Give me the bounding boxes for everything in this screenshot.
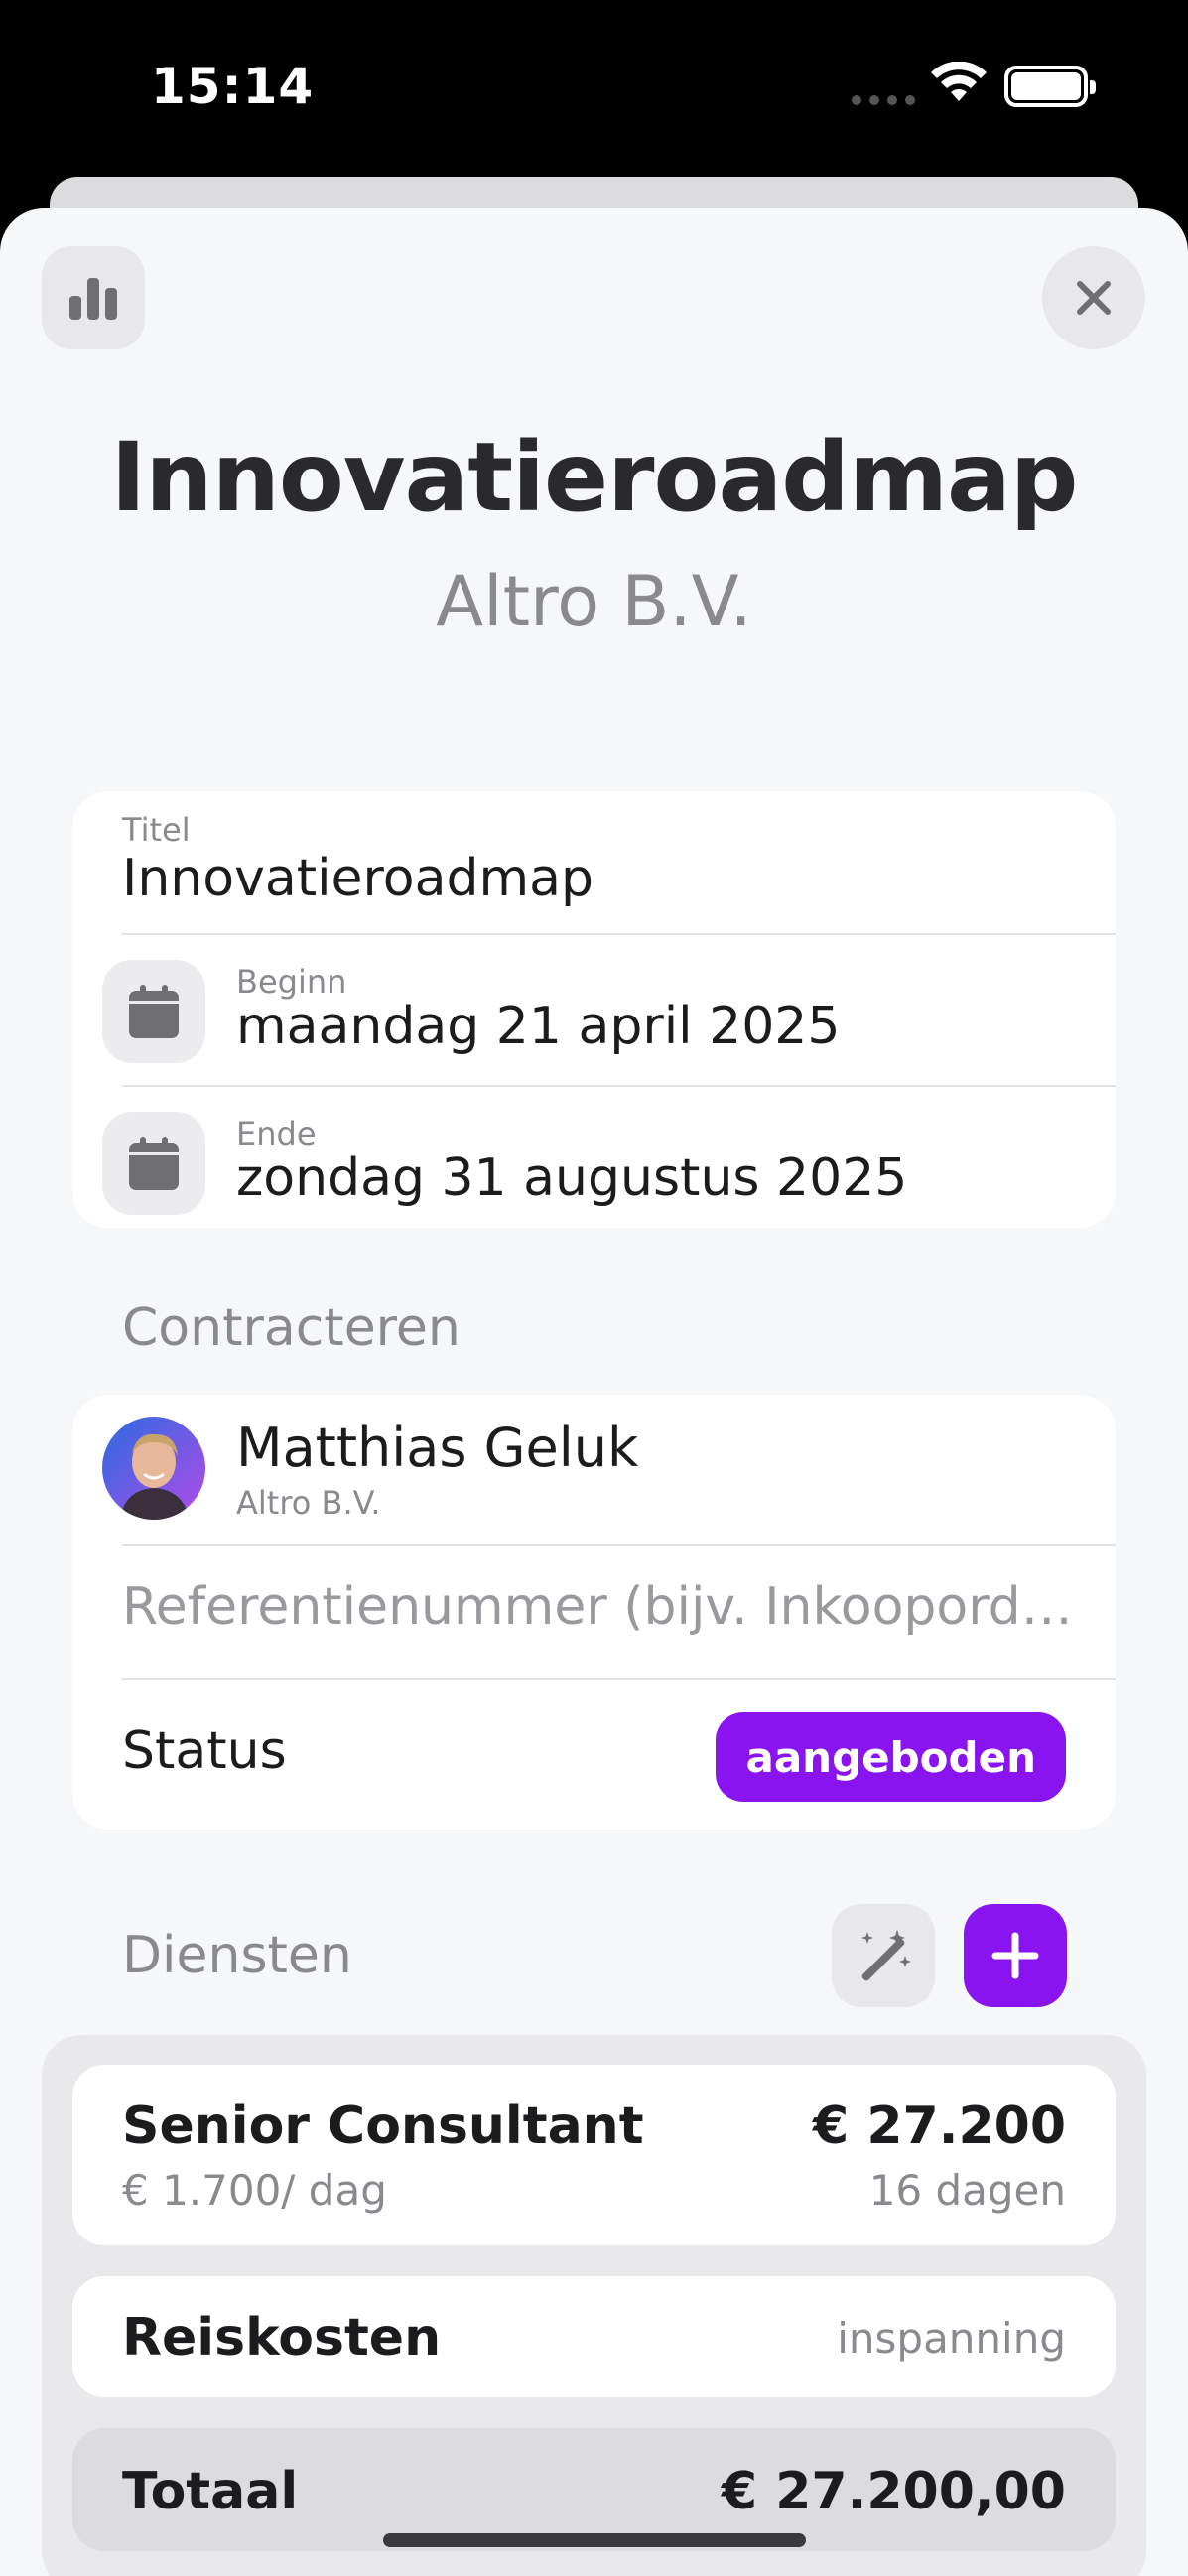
calendar-icon xyxy=(129,985,179,1038)
magic-wand-icon xyxy=(861,1930,911,1981)
close-icon xyxy=(1077,281,1111,315)
reference-number-input[interactable] xyxy=(122,1577,1095,1637)
title-field[interactable]: Titel Innovatieroadmap xyxy=(122,791,1116,935)
service-amount: € 27.200 xyxy=(813,2097,1066,2156)
begin-calendar-button[interactable] xyxy=(102,960,205,1063)
person-photo xyxy=(120,1433,190,1520)
status-label: Status xyxy=(122,1721,287,1781)
contact-company: Altro B.V. xyxy=(236,1484,381,1522)
magic-wand-button[interactable] xyxy=(832,1904,935,2007)
avatar xyxy=(102,1417,205,1520)
title-field-label: Titel xyxy=(122,811,191,849)
service-item[interactable]: Senior Consultant € 1.700/ dag € 27.200 … xyxy=(72,2065,1116,2245)
contact-name: Matthias Geluk xyxy=(236,1417,639,1479)
service-item[interactable]: Reiskosten inspanning xyxy=(72,2276,1116,2397)
end-calendar-button[interactable] xyxy=(102,1112,205,1215)
close-button[interactable] xyxy=(1042,246,1145,349)
project-sheet: Innovatieroadmap Altro B.V. Titel Innova… xyxy=(0,208,1188,2576)
total-value: € 27.200,00 xyxy=(721,2462,1066,2521)
begin-date-row[interactable]: Beginn maandag 21 april 2025 xyxy=(72,935,1116,1087)
service-days: 16 dagen xyxy=(868,2166,1066,2215)
page-title: Innovatieroadmap xyxy=(110,422,1079,533)
services-list: Senior Consultant € 1.700/ dag € 27.200 … xyxy=(42,2035,1146,2576)
status-badge[interactable]: aangeboden xyxy=(716,1712,1066,1802)
service-name: Reiskosten xyxy=(122,2308,442,2368)
page-subtitle: Altro B.V. xyxy=(436,561,752,642)
service-effort: inspanning xyxy=(837,2314,1066,2363)
title-field-value[interactable]: Innovatieroadmap xyxy=(122,849,594,908)
wifi-icon xyxy=(931,62,987,101)
end-date-row[interactable]: Ende zondag 31 augustus 2025 xyxy=(72,1087,1116,1239)
details-card: Titel Innovatieroadmap Beginn maandag 21… xyxy=(72,791,1116,1228)
contact-row[interactable]: Matthias Geluk Altro B.V. xyxy=(72,1395,1116,1546)
status-time: 15:14 xyxy=(151,58,315,115)
end-date-label: Ende xyxy=(236,1115,317,1152)
battery-icon xyxy=(1004,66,1096,107)
calendar-icon xyxy=(129,1137,179,1190)
add-service-button[interactable] xyxy=(964,1904,1067,2007)
status-row: Status aangeboden xyxy=(72,1680,1116,1830)
reference-row xyxy=(72,1546,1116,1680)
contract-card: Matthias Geluk Altro B.V. Status aangebo… xyxy=(72,1395,1116,1830)
home-indicator[interactable] xyxy=(383,2533,806,2547)
begin-date-label: Beginn xyxy=(236,963,347,1001)
service-name: Senior Consultant xyxy=(122,2097,644,2156)
service-rate: € 1.700/ dag xyxy=(122,2166,387,2215)
end-date-value[interactable]: zondag 31 augustus 2025 xyxy=(236,1149,907,1208)
status-bar: 15:14 xyxy=(0,0,1188,179)
total-label: Totaal xyxy=(122,2462,299,2521)
services-section-label: Diensten xyxy=(122,1926,352,1985)
chart-button[interactable] xyxy=(42,246,145,349)
begin-date-value[interactable]: maandag 21 april 2025 xyxy=(236,997,840,1056)
signal-icon xyxy=(852,95,915,105)
plus-icon xyxy=(991,1932,1039,1979)
contract-section-label: Contracteren xyxy=(122,1298,461,1358)
bar-chart-icon xyxy=(69,278,117,320)
